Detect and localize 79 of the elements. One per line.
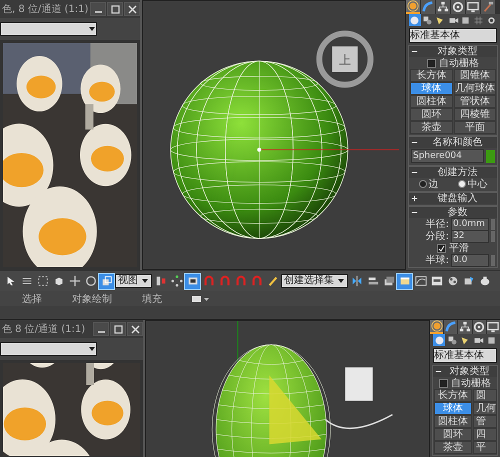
object-button[interactable]: 茶壶 [434, 441, 472, 454]
collapse-icon[interactable] [411, 139, 418, 146]
category-button[interactable] [472, 14, 484, 26]
object-button[interactable]: 长方体 [434, 389, 472, 402]
viewcube[interactable] [316, 30, 374, 88]
gizmo-drawing[interactable] [325, 367, 393, 430]
collapse-icon[interactable] [411, 48, 418, 55]
object-button[interactable]: 平面 [454, 121, 496, 134]
category-button[interactable] [446, 334, 458, 346]
object-button[interactable]: 圆柱体 [434, 415, 472, 428]
close-icon[interactable] [130, 324, 140, 334]
category-button[interactable] [422, 14, 434, 26]
minimize-button[interactable] [93, 322, 109, 336]
object-button[interactable]: 圆环 [434, 428, 472, 441]
egg-drawing[interactable] [212, 344, 331, 457]
radio-button[interactable] [418, 180, 426, 188]
object-button[interactable]: 管状体 [454, 95, 496, 108]
expand-icon[interactable] [411, 195, 418, 202]
radio-label: 边 [428, 178, 438, 191]
window-title: 色, 8 位/通道 (1:1) [2, 2, 89, 16]
window-title: 色 8 位/通道 (1:1) [2, 322, 86, 336]
radio-label: 中心 [468, 178, 488, 191]
number-field[interactable]: 0.0mm [451, 218, 489, 230]
object-button[interactable]: 几何球体 [454, 82, 496, 95]
caret-icon[interactable] [337, 278, 345, 284]
minimize-button[interactable] [90, 2, 106, 16]
name-field[interactable]: Sphere004 [411, 149, 484, 163]
maximize-button[interactable] [107, 2, 123, 16]
number-field[interactable]: 32 [451, 230, 489, 242]
collapse-icon[interactable] [435, 368, 442, 375]
caret-icon[interactable] [141, 278, 149, 284]
object-button[interactable]: 四棱锥 [454, 108, 496, 121]
channel-dropdown[interactable] [0, 22, 97, 36]
close-button[interactable] [127, 322, 143, 336]
checkbox-label: 自动栅格 [451, 376, 491, 390]
color-swatch[interactable] [486, 150, 495, 162]
collapse-icon[interactable] [411, 209, 418, 216]
number-field[interactable]: 0.0 [451, 254, 489, 266]
category-dropdown[interactable]: 标准基本体 [409, 28, 497, 43]
field-label: 半球: [426, 254, 449, 267]
category-button[interactable] [409, 14, 421, 26]
object-button[interactable]: 四 [473, 428, 497, 441]
category-dropdown[interactable]: 标准基本体 [433, 348, 497, 363]
object-button[interactable]: 圆锥体 [454, 69, 496, 82]
close-icon[interactable] [128, 4, 136, 14]
maximize-button[interactable] [110, 322, 126, 336]
caret-icon [88, 346, 96, 352]
checkbox[interactable] [427, 58, 436, 68]
object-button[interactable]: 几何 [473, 402, 497, 415]
field-label: 分段: [426, 230, 449, 243]
object-button[interactable]: 平 [473, 441, 497, 454]
field-label: 半径: [426, 218, 449, 231]
object-button[interactable]: 球体 [434, 402, 472, 415]
object-button[interactable]: 茶壶 [410, 121, 452, 134]
object-button[interactable]: 长方体 [410, 69, 452, 82]
close-button[interactable] [124, 2, 140, 16]
ribbon-tab[interactable]: 对象绘制 [72, 292, 112, 306]
toolbar-dropdown[interactable]: 视图 [115, 274, 152, 288]
collapse-icon[interactable] [411, 169, 418, 176]
object-button[interactable]: 管 [473, 415, 497, 428]
object-button[interactable]: 圆柱体 [410, 95, 452, 108]
dropdown-icon[interactable] [192, 294, 210, 302]
maximize-icon[interactable] [110, 4, 120, 14]
toolbar-dropdown[interactable]: 创建选择集 [281, 274, 348, 288]
maximize-icon[interactable] [114, 324, 122, 334]
checkbox[interactable] [439, 378, 448, 388]
viewport[interactable]: 上 [143, 1, 405, 269]
checkbox[interactable] [437, 244, 446, 252]
object-button[interactable]: 球体 [410, 82, 452, 95]
ribbon-tab[interactable]: 选择 [22, 292, 42, 306]
ribbon-tab[interactable]: 填充 [142, 292, 162, 306]
channel-dropdown[interactable] [0, 342, 97, 356]
pivot-point [257, 148, 262, 152]
caret-icon [88, 26, 96, 32]
checkbox-label: 自动栅格 [439, 56, 479, 70]
object-button[interactable]: 圆 [473, 389, 497, 402]
object-button[interactable]: 圆环 [410, 108, 452, 121]
checkbox-label: 平滑 [449, 242, 469, 255]
radio-button[interactable] [458, 180, 466, 188]
